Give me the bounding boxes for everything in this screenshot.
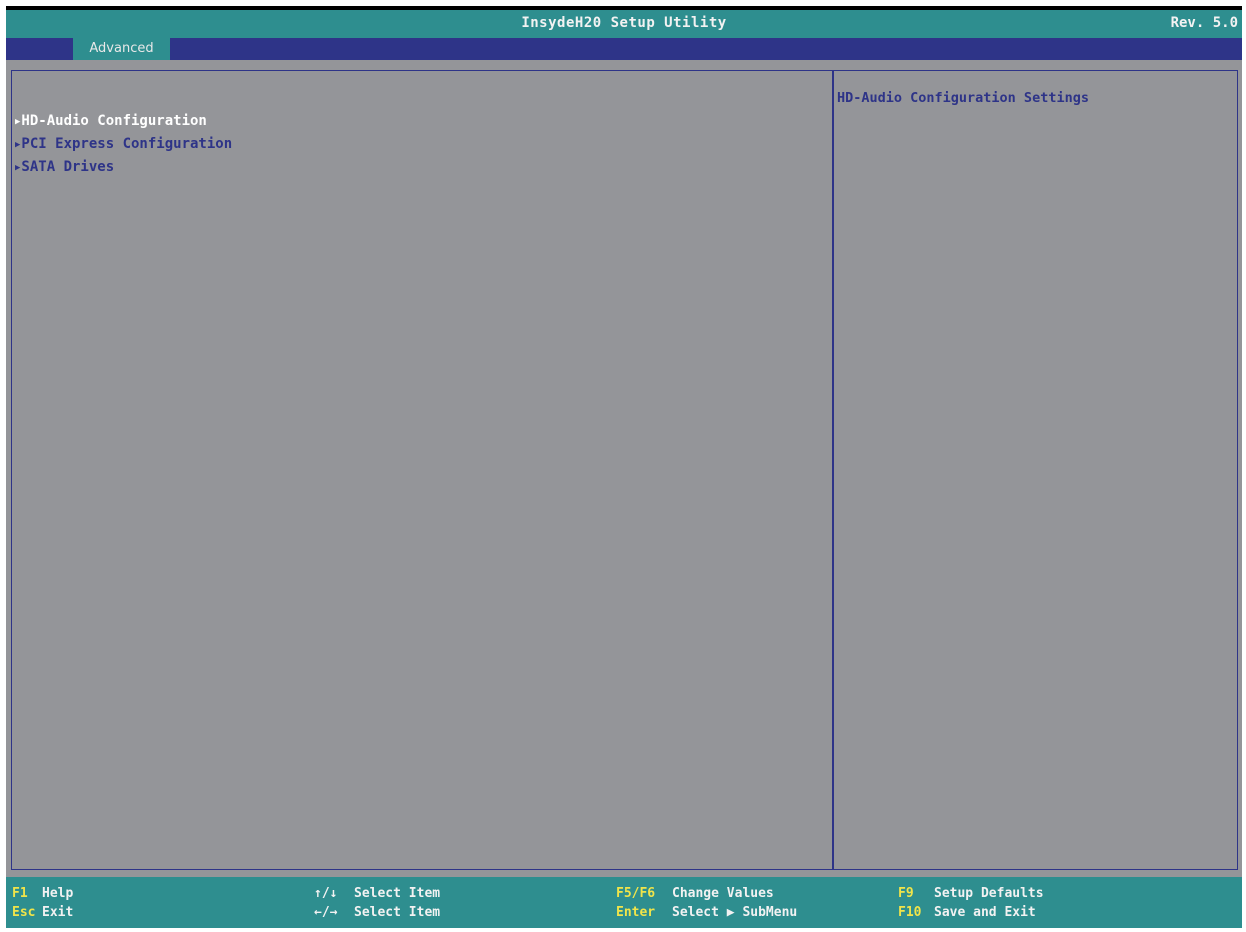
key-description: Exit bbox=[42, 905, 74, 920]
key-label: F9 bbox=[898, 886, 914, 901]
key-label: Enter bbox=[616, 905, 656, 920]
app-title: InsydeH20 Setup Utility bbox=[521, 15, 727, 31]
menu-item-label: PCI Express Configuration bbox=[21, 136, 233, 152]
key-legend-column: ↑/↓ Select Item ←/→ Select Item bbox=[314, 884, 440, 922]
key-label: F1 bbox=[12, 886, 28, 901]
key-legend-column: F9 Setup Defaults F10 Save and Exit bbox=[898, 884, 1044, 922]
key-hint-select-submenu: Enter Select ▶ SubMenu bbox=[616, 903, 797, 922]
key-legend-column: F5/F6 Change Values Enter Select ▶ SubMenu bbox=[616, 884, 797, 922]
key-hint-save-and-exit: F10 Save and Exit bbox=[898, 903, 1044, 922]
submenu-triangle-icon: ▶ bbox=[15, 117, 21, 127]
menu-list: ▶HD-Audio Configuration ▶PCI Express Con… bbox=[15, 110, 232, 179]
key-hint-exit: Esc Exit bbox=[12, 903, 73, 922]
key-hint-setup-defaults: F9 Setup Defaults bbox=[898, 884, 1044, 903]
key-description: Setup Defaults bbox=[934, 886, 1044, 901]
revision-label: Rev. 5.0 bbox=[1170, 15, 1238, 31]
key-hint-help: F1 Help bbox=[12, 884, 73, 903]
menu-item-pci-express-configuration[interactable]: ▶PCI Express Configuration bbox=[15, 133, 232, 156]
help-panel: HD-Audio Configuration Settings bbox=[832, 70, 1238, 870]
menu-item-label: SATA Drives bbox=[21, 159, 115, 175]
menu-item-hd-audio-configuration[interactable]: ▶HD-Audio Configuration bbox=[15, 110, 232, 133]
key-label: F5/F6 bbox=[616, 886, 656, 901]
tab-advanced[interactable]: Advanced bbox=[73, 38, 170, 60]
menu-bar: Advanced bbox=[6, 38, 1242, 60]
key-label: F10 bbox=[898, 905, 922, 920]
key-description: Save and Exit bbox=[934, 905, 1036, 920]
key-description: Change Values bbox=[672, 886, 774, 901]
menu-item-label: HD-Audio Configuration bbox=[21, 113, 207, 129]
menu-item-sata-drives[interactable]: ▶SATA Drives bbox=[15, 156, 232, 179]
main-panel: ▶HD-Audio Configuration ▶PCI Express Con… bbox=[11, 70, 833, 870]
key-description: Help bbox=[42, 886, 74, 901]
key-legend-footer: F1 Help Esc Exit ↑/↓ Select Item ←/→ Select … bbox=[6, 877, 1242, 928]
key-hint-change-values: F5/F6 Change Values bbox=[616, 884, 797, 903]
key-label: Esc bbox=[12, 905, 36, 920]
bios-screen: InsydeH20 Setup Utility Rev. 5.0 Advance… bbox=[6, 6, 1242, 928]
key-hint-select-item-vertical: ↑/↓ Select Item bbox=[314, 884, 440, 903]
submenu-triangle-icon: ▶ bbox=[15, 163, 21, 173]
key-legend-column: F1 Help Esc Exit bbox=[12, 884, 73, 922]
key-hint-select-item-horizontal: ←/→ Select Item bbox=[314, 903, 440, 922]
key-description: Select ▶ SubMenu bbox=[672, 905, 798, 920]
key-label: ↑/↓ bbox=[314, 886, 338, 901]
submenu-triangle-icon: ▶ bbox=[15, 140, 21, 150]
key-label: ←/→ bbox=[314, 905, 338, 920]
key-description: Select Item bbox=[354, 886, 441, 901]
title-bar: InsydeH20 Setup Utility Rev. 5.0 bbox=[6, 6, 1242, 38]
help-text: HD-Audio Configuration Settings bbox=[837, 90, 1089, 106]
key-description: Select Item bbox=[354, 905, 441, 920]
